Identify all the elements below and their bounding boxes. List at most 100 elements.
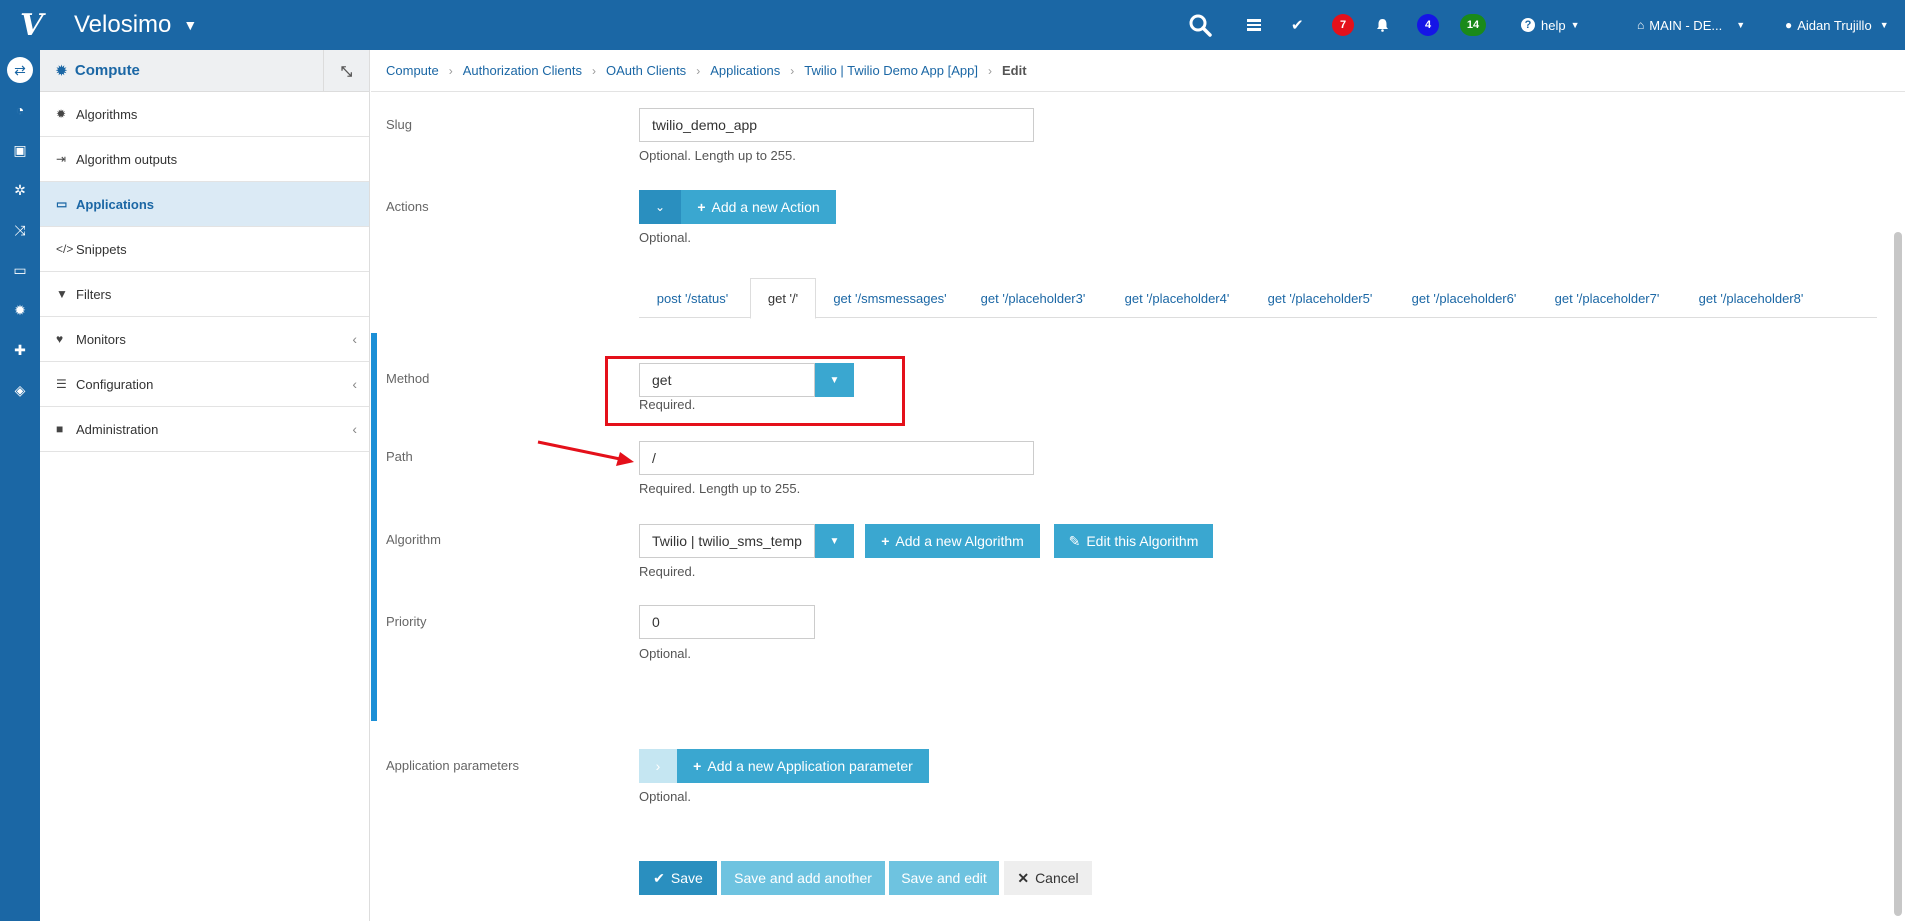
collapse-icon[interactable]: ⤡ <box>323 50 369 92</box>
icon-rail: ⇄ ◔ ▣ ✲ ⤨ ▭ ✹ ✚ ◈ <box>0 50 40 921</box>
add-app-param-button[interactable]: + Add a new Application parameter <box>677 749 929 783</box>
priority-help: Optional. <box>639 646 692 661</box>
sidebar-item-administration[interactable]: ■ Administration ‹ <box>40 407 369 452</box>
breadcrumb-link[interactable]: Compute <box>386 63 439 78</box>
breadcrumb-link[interactable]: Authorization Clients <box>463 63 582 78</box>
top-navbar: V Velosimo ▼ ✔ 7 4 14 ? help ▼ ⌂ MAIN - … <box>0 0 1905 50</box>
badge-count: 7 <box>1332 14 1354 36</box>
sidebar-title: Compute <box>74 62 140 79</box>
edit-algorithm-button[interactable]: ✎ Edit this Algorithm <box>1054 524 1213 558</box>
caret-down-icon: ▼ <box>829 535 840 547</box>
notification-badge-red[interactable]: 7 <box>1332 0 1354 50</box>
save-button[interactable]: ✔ Save <box>639 861 717 895</box>
add-app-param-label: Add a new Application parameter <box>707 758 913 774</box>
breadcrumb-link[interactable]: Applications <box>710 63 780 78</box>
bell-icon[interactable] <box>1376 0 1389 50</box>
path-help: Required. Length up to 255. <box>639 481 801 496</box>
slug-label: Slug <box>386 117 413 132</box>
tab-get-placeholder4[interactable]: get '/placeholder4' <box>1109 278 1245 318</box>
tab-get-placeholder3[interactable]: get '/placeholder3' <box>965 278 1101 318</box>
gear-icon[interactable]: ✹ <box>0 290 40 330</box>
sidebar-item-algorithms[interactable]: ✹ Algorithms <box>40 92 369 137</box>
tab-get-placeholder8[interactable]: get '/placeholder8' <box>1683 278 1819 318</box>
sidebar-item-applications[interactable]: ▭ Applications <box>40 182 369 227</box>
gear-icon: ✹ <box>56 107 67 121</box>
cancel-button[interactable]: ✕ Cancel <box>1004 861 1092 895</box>
badge-count: 14 <box>1460 14 1486 36</box>
active-section-indicator <box>371 333 377 721</box>
chevron-right-icon: › <box>987 63 992 78</box>
help-menu[interactable]: ? help ▼ <box>1521 0 1580 50</box>
rail-item-compute[interactable]: ⇄ <box>0 50 40 90</box>
check-icon: ✔ <box>653 869 665 886</box>
algorithm-dropdown-toggle[interactable]: ▼ <box>815 524 854 558</box>
tasks-icon[interactable] <box>1246 0 1262 50</box>
search-icon[interactable] <box>1188 0 1212 50</box>
app-params-expand-button[interactable]: › <box>639 749 677 783</box>
app-params-help: Optional. <box>639 789 692 804</box>
chevron-left-icon: ‹ <box>352 421 357 437</box>
exchange-icon: ⇄ <box>7 57 33 83</box>
laptop-icon: ▭ <box>56 197 68 211</box>
random-icon[interactable]: ⤨ <box>0 210 40 250</box>
breadcrumb-current: Edit <box>1001 63 1027 78</box>
sidebar-item-snippets[interactable]: </> Snippets <box>40 227 369 272</box>
sidebar-item-label: Applications <box>76 196 155 212</box>
notification-badge-green[interactable]: 14 <box>1460 0 1486 50</box>
algorithm-help: Required. <box>639 564 696 579</box>
badge-count: 4 <box>1417 14 1439 36</box>
environment-menu[interactable]: ⌂ MAIN - DE... ▼ <box>1637 0 1745 50</box>
caret-down-icon: ▼ <box>1879 20 1889 30</box>
page-scrollbar[interactable] <box>1894 232 1902 916</box>
actions-label: Actions <box>386 199 429 214</box>
chevron-down-icon: ⌄ <box>654 200 666 214</box>
caret-down-icon: ▼ <box>1570 20 1580 30</box>
save-label: Save <box>670 870 703 886</box>
filter-icon: ▼ <box>56 287 68 301</box>
actions-collapse-button[interactable]: ⌄ <box>639 190 681 224</box>
tab-get-root[interactable]: get '/' <box>750 278 816 319</box>
sidebar-item-label: Filters <box>76 286 112 302</box>
hdd-icon[interactable]: ▭ <box>0 250 40 290</box>
notification-badge-blue[interactable]: 4 <box>1417 0 1439 50</box>
path-input[interactable]: / <box>639 441 1034 475</box>
brand[interactable]: V Velosimo ▼ <box>20 8 197 43</box>
add-algorithm-label: Add a new Algorithm <box>895 533 1024 549</box>
breadcrumb: Compute › Authorization Clients › OAuth … <box>371 50 1905 92</box>
sidebar-item-algorithm-outputs[interactable]: ⇥ Algorithm outputs <box>40 137 369 182</box>
priority-label: Priority <box>386 614 427 629</box>
breadcrumb-link[interactable]: Twilio | Twilio Demo App [App] <box>804 63 978 78</box>
user-menu[interactable]: ● Aidan Trujillo ▼ <box>1785 0 1889 50</box>
sidebar-item-label: Snippets <box>76 241 127 257</box>
add-action-button[interactable]: + Add a new Action <box>681 190 836 224</box>
slug-input[interactable]: twilio_demo_app <box>639 108 1034 142</box>
sidebar: ✹ Compute ⤡ ✹ Algorithms ⇥ Algorithm out… <box>40 50 370 921</box>
sidebar-item-filters[interactable]: ▼ Filters <box>40 272 369 317</box>
sidebar-item-configuration[interactable]: ☰ Configuration ‹ <box>40 362 369 407</box>
gear-icon: ✹ <box>56 62 67 78</box>
tab-get-placeholder5[interactable]: get '/placeholder5' <box>1252 278 1388 318</box>
algorithm-select[interactable]: Twilio | twilio_sms_temp <box>639 524 815 558</box>
puzzle-icon[interactable]: ✚ <box>0 330 40 370</box>
check-icon[interactable]: ✔ <box>1291 0 1304 50</box>
add-algorithm-button[interactable]: + Add a new Algorithm <box>865 524 1040 558</box>
save-and-add-another-button[interactable]: Save and add another <box>721 861 885 895</box>
save-and-edit-button[interactable]: Save and edit <box>889 861 999 895</box>
chevron-left-icon: ‹ <box>352 331 357 347</box>
lock-icon: ■ <box>56 422 64 436</box>
shield-icon[interactable]: ◈ <box>0 370 40 410</box>
tab-get-placeholder6[interactable]: get '/placeholder6' <box>1396 278 1532 318</box>
cogs-icon[interactable]: ✲ <box>0 170 40 210</box>
tab-get-smsmessages[interactable]: get '/smsmessages' <box>820 278 960 318</box>
chevron-right-icon: › <box>655 758 661 774</box>
chevron-right-icon: › <box>696 63 701 78</box>
sidebar-item-monitors[interactable]: ♥ Monitors ‹ <box>40 317 369 362</box>
breadcrumb-link[interactable]: OAuth Clients <box>606 63 686 78</box>
tab-post-status[interactable]: post '/status' <box>639 278 746 318</box>
caret-down-icon: ▼ <box>1736 20 1746 30</box>
dashboard-icon[interactable]: ◔ <box>0 90 40 130</box>
sidebar-item-label: Administration <box>76 421 159 437</box>
priority-input[interactable]: 0 <box>639 605 815 639</box>
cube-icon[interactable]: ▣ <box>0 130 40 170</box>
tab-get-placeholder7[interactable]: get '/placeholder7' <box>1539 278 1675 318</box>
